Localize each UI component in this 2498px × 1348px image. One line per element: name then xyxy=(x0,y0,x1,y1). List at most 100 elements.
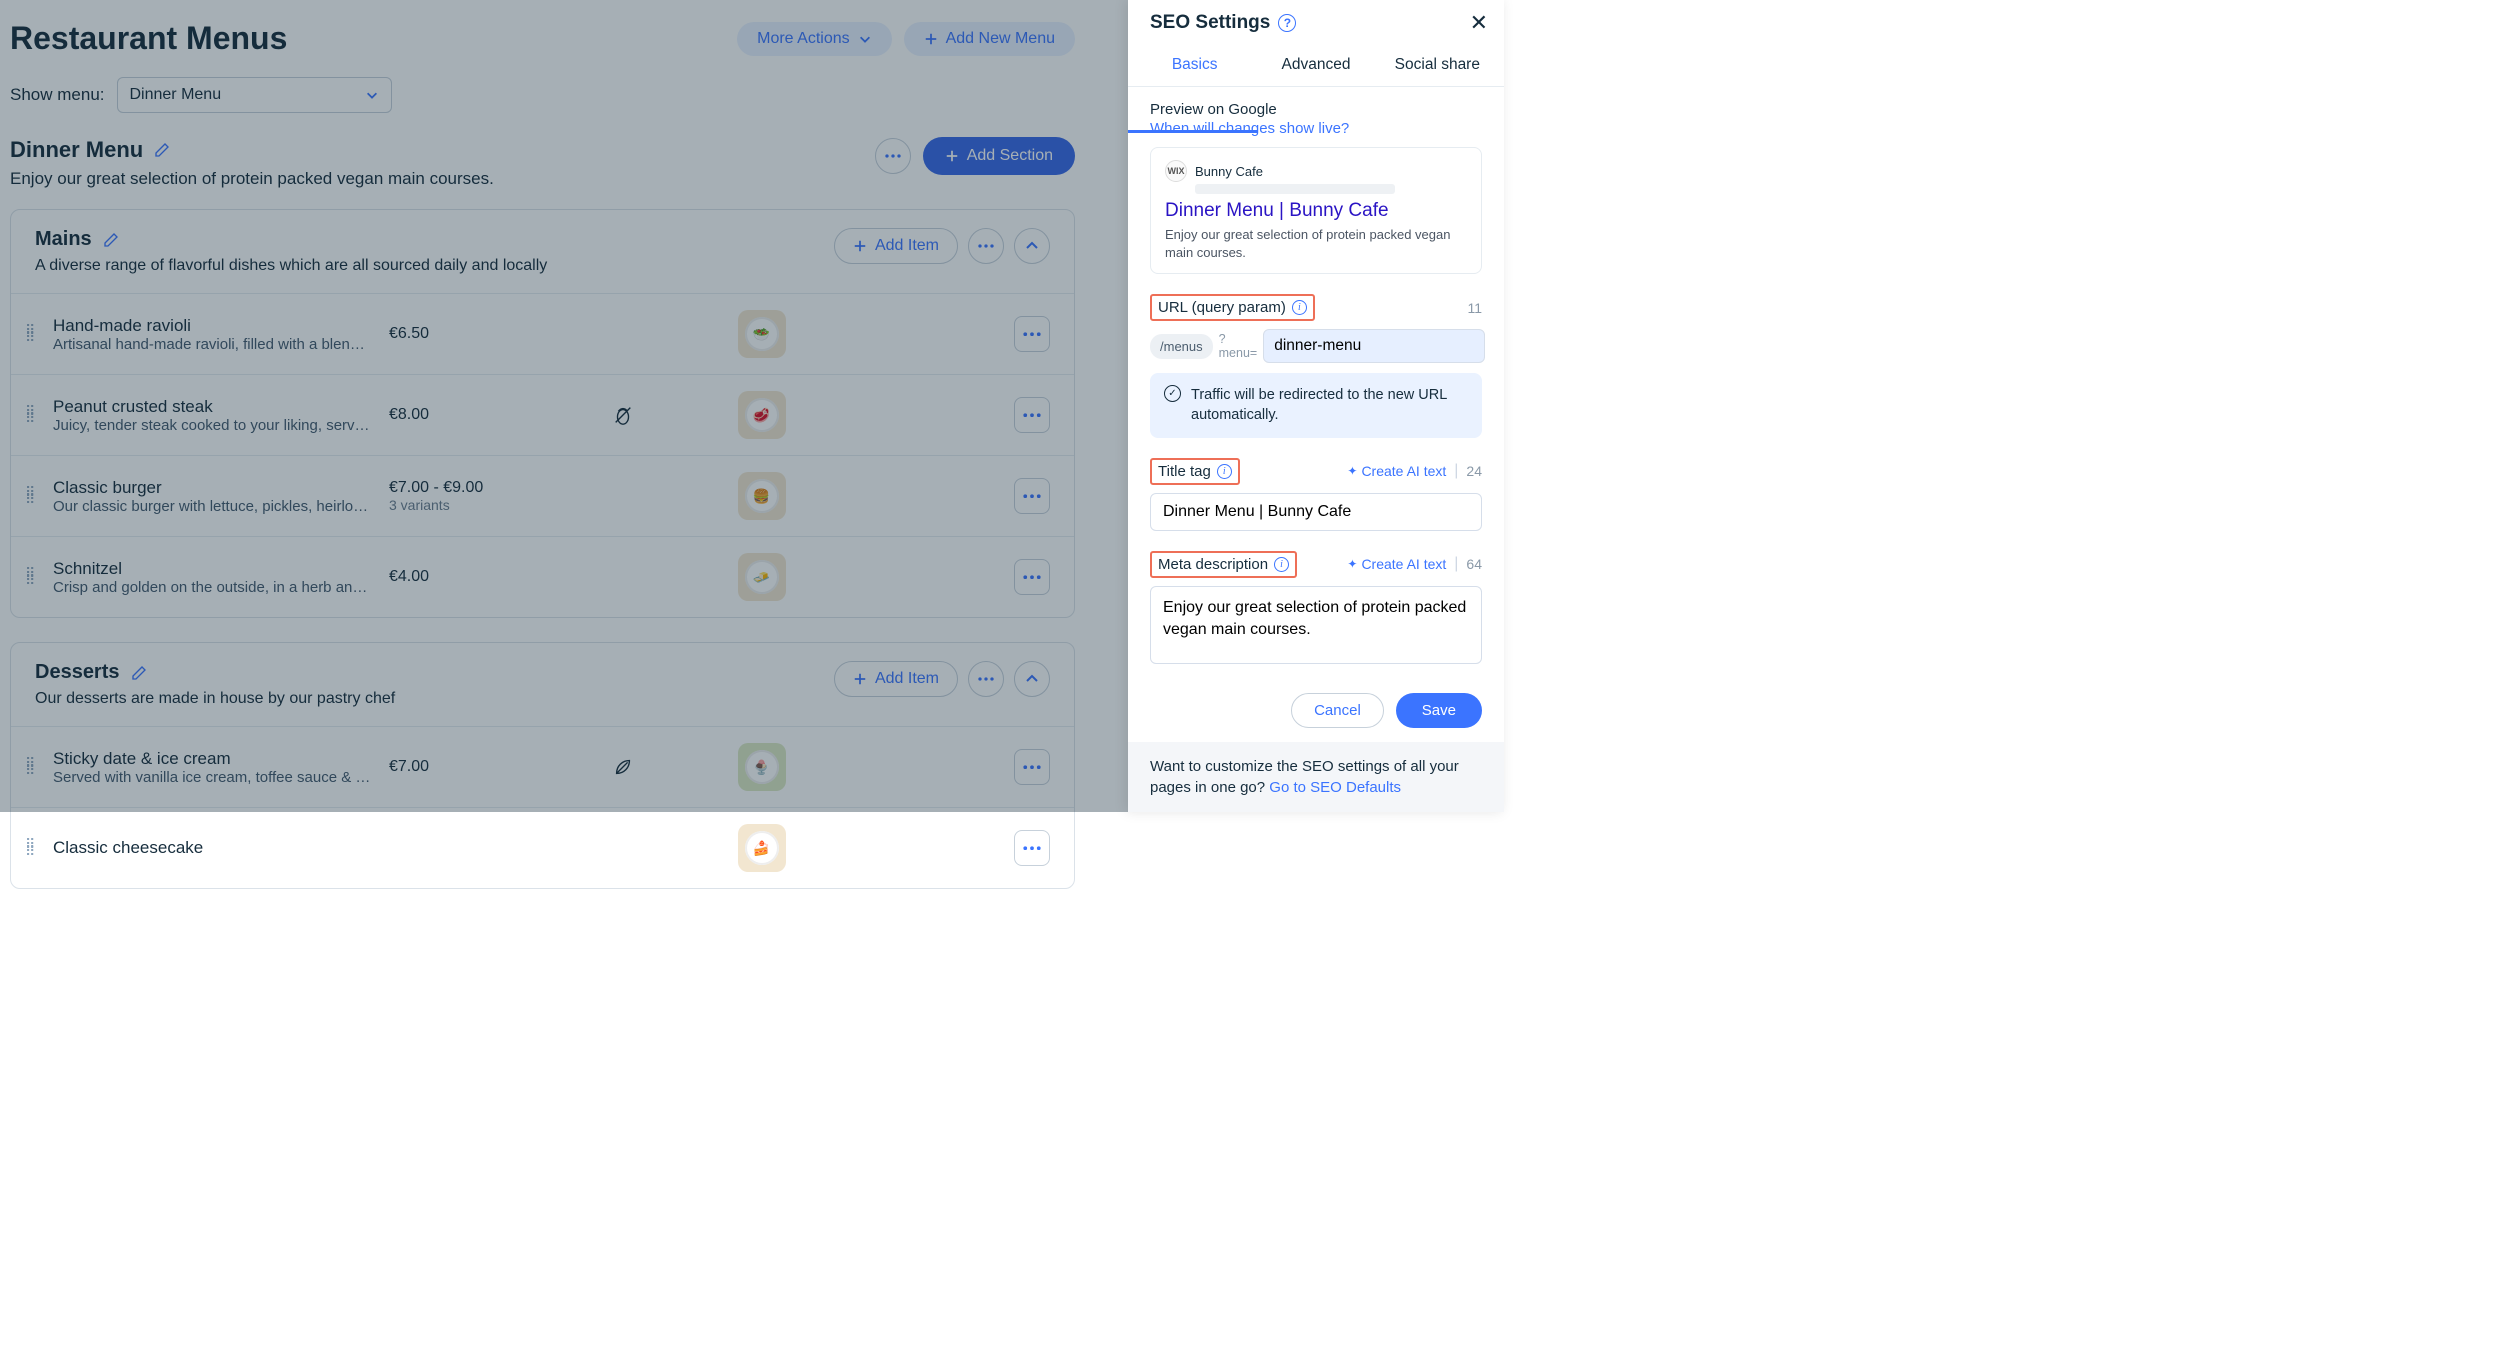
item-name: Classic burger xyxy=(53,478,373,498)
drag-handle-icon[interactable]: ⠿⠿ xyxy=(25,841,37,855)
url-slug-input[interactable] xyxy=(1263,329,1485,363)
tab-basics[interactable]: Basics xyxy=(1134,44,1255,86)
item-price: €7.00 xyxy=(389,758,509,776)
save-button[interactable]: Save xyxy=(1396,693,1482,728)
check-icon: ✓ xyxy=(1164,385,1181,402)
url-param-label: ?menu= xyxy=(1219,332,1258,360)
menu-select[interactable]: Dinner Menu xyxy=(117,77,392,113)
add-item-button[interactable]: Add Item xyxy=(834,228,958,264)
preview-url-placeholder xyxy=(1195,184,1395,194)
add-item-button[interactable]: Add Item xyxy=(834,661,958,697)
page-title: Restaurant Menus xyxy=(10,20,287,57)
panel-title: SEO Settings xyxy=(1150,12,1270,34)
plus-icon xyxy=(853,239,867,253)
item-thumbnail: 🥩 xyxy=(738,391,786,439)
panel-hint: Want to customize the SEO settings of al… xyxy=(1128,742,1504,812)
chevron-up-icon xyxy=(1024,238,1040,254)
item-description: Our classic burger with lettuce, pickles… xyxy=(53,498,373,515)
preview-title: Dinner Menu | Bunny Cafe xyxy=(1165,200,1467,222)
plus-icon xyxy=(853,672,867,686)
edit-icon[interactable] xyxy=(130,664,148,682)
main-content: Restaurant Menus More Actions Add New Me… xyxy=(0,0,1085,889)
chevron-up-icon xyxy=(1024,671,1040,687)
drag-handle-icon[interactable]: ⠿⠿ xyxy=(25,570,37,584)
dots-icon xyxy=(1023,413,1041,418)
favicon-icon: WIX xyxy=(1165,160,1187,182)
item-price: €6.50 xyxy=(389,325,509,343)
section-more-button[interactable] xyxy=(968,228,1004,264)
menu-item-row[interactable]: ⠿⠿ Schnitzel Crisp and golden on the out… xyxy=(11,536,1074,617)
item-thumbnail: 🍨 xyxy=(738,743,786,791)
item-more-button[interactable] xyxy=(1014,478,1050,514)
item-description: Juicy, tender steak cooked to your likin… xyxy=(53,417,373,434)
panel-footer: Cancel Save xyxy=(1128,678,1504,742)
item-diet xyxy=(525,756,722,778)
edit-icon[interactable] xyxy=(153,141,171,159)
add-new-menu-button[interactable]: Add New Menu xyxy=(904,22,1075,56)
chevron-down-icon xyxy=(365,88,379,102)
collapse-section-button[interactable] xyxy=(1014,228,1050,264)
title-tag-field: Title tag i Create AI text | 24 xyxy=(1150,458,1482,531)
cancel-button[interactable]: Cancel xyxy=(1291,693,1384,728)
drag-handle-icon[interactable]: ⠿⠿ xyxy=(25,489,37,503)
menu-item-row[interactable]: ⠿⠿ Classic cheesecake 🍰 xyxy=(11,807,1074,888)
add-section-button[interactable]: Add Section xyxy=(923,137,1075,175)
meta-description-input[interactable]: Enjoy our great selection of protein pac… xyxy=(1150,586,1482,664)
item-more-button[interactable] xyxy=(1014,830,1050,866)
item-description: Artisanal hand-made ravioli, filled with… xyxy=(53,336,373,353)
menu-item-row[interactable]: ⠿⠿ Sticky date & ice cream Served with v… xyxy=(11,726,1074,807)
item-name: Hand-made ravioli xyxy=(53,316,373,336)
plus-icon xyxy=(945,149,959,163)
item-more-button[interactable] xyxy=(1014,749,1050,785)
section-title: Mains xyxy=(35,228,92,251)
menu-more-button[interactable] xyxy=(875,138,911,174)
info-icon[interactable]: i xyxy=(1274,557,1289,572)
more-actions-button[interactable]: More Actions xyxy=(737,22,891,56)
close-icon[interactable]: ✕ xyxy=(1470,10,1488,36)
drag-handle-icon[interactable]: ⠿⠿ xyxy=(25,327,37,341)
item-more-button[interactable] xyxy=(1014,316,1050,352)
add-new-menu-label: Add New Menu xyxy=(946,30,1055,48)
item-more-button[interactable] xyxy=(1014,397,1050,433)
title-tag-input[interactable] xyxy=(1150,493,1482,531)
collapse-section-button[interactable] xyxy=(1014,661,1050,697)
section-title: Desserts xyxy=(35,661,120,684)
panel-body: Preview on Google When will changes show… xyxy=(1128,87,1504,678)
item-thumbnail: 🍔 xyxy=(738,472,786,520)
add-item-label: Add Item xyxy=(875,670,939,688)
show-menu-row: Show menu: Dinner Menu xyxy=(10,77,1075,113)
menu-title: Dinner Menu xyxy=(10,137,143,163)
header-actions: More Actions Add New Menu xyxy=(737,22,1075,56)
dots-icon xyxy=(1023,332,1041,337)
drag-handle-icon[interactable]: ⠿⠿ xyxy=(25,760,37,774)
item-price: €4.00 xyxy=(389,568,509,586)
menu-item-row[interactable]: ⠿⠿ Peanut crusted steak Juicy, tender st… xyxy=(11,374,1074,455)
item-name: Classic cheesecake xyxy=(53,838,373,858)
more-actions-label: More Actions xyxy=(757,30,849,48)
preview-help-link[interactable]: When will changes show live? xyxy=(1150,120,1482,137)
tab-advanced[interactable]: Advanced xyxy=(1255,44,1376,86)
menu-item-row[interactable]: ⠿⠿ Classic burger Our classic burger wit… xyxy=(11,455,1074,536)
title-create-ai-button[interactable]: Create AI text xyxy=(1347,463,1446,479)
tab-social-share[interactable]: Social share xyxy=(1377,44,1498,86)
plus-icon xyxy=(924,32,938,46)
seo-defaults-link[interactable]: Go to SEO Defaults xyxy=(1269,779,1401,796)
chevron-down-icon xyxy=(858,32,872,46)
menu-item-row[interactable]: ⠿⠿ Hand-made ravioli Artisanal hand-made… xyxy=(11,293,1074,374)
panel-tabs: Basics Advanced Social share xyxy=(1128,44,1504,87)
title-tag-label: Title tag xyxy=(1158,463,1211,480)
info-icon[interactable]: i xyxy=(1292,300,1307,315)
add-section-label: Add Section xyxy=(967,147,1053,165)
meta-description-label: Meta description xyxy=(1158,556,1268,573)
edit-icon[interactable] xyxy=(102,231,120,249)
seo-panel: SEO Settings ? ✕ Basics Advanced Social … xyxy=(1128,0,1504,812)
info-icon[interactable]: i xyxy=(1217,464,1232,479)
item-more-button[interactable] xyxy=(1014,559,1050,595)
section-more-button[interactable] xyxy=(968,661,1004,697)
help-icon[interactable]: ? xyxy=(1278,14,1296,32)
meta-create-ai-button[interactable]: Create AI text xyxy=(1347,556,1446,572)
item-thumbnail: 🥗 xyxy=(738,310,786,358)
drag-handle-icon[interactable]: ⠿⠿ xyxy=(25,408,37,422)
dots-icon xyxy=(885,148,901,164)
item-diet xyxy=(525,404,722,426)
